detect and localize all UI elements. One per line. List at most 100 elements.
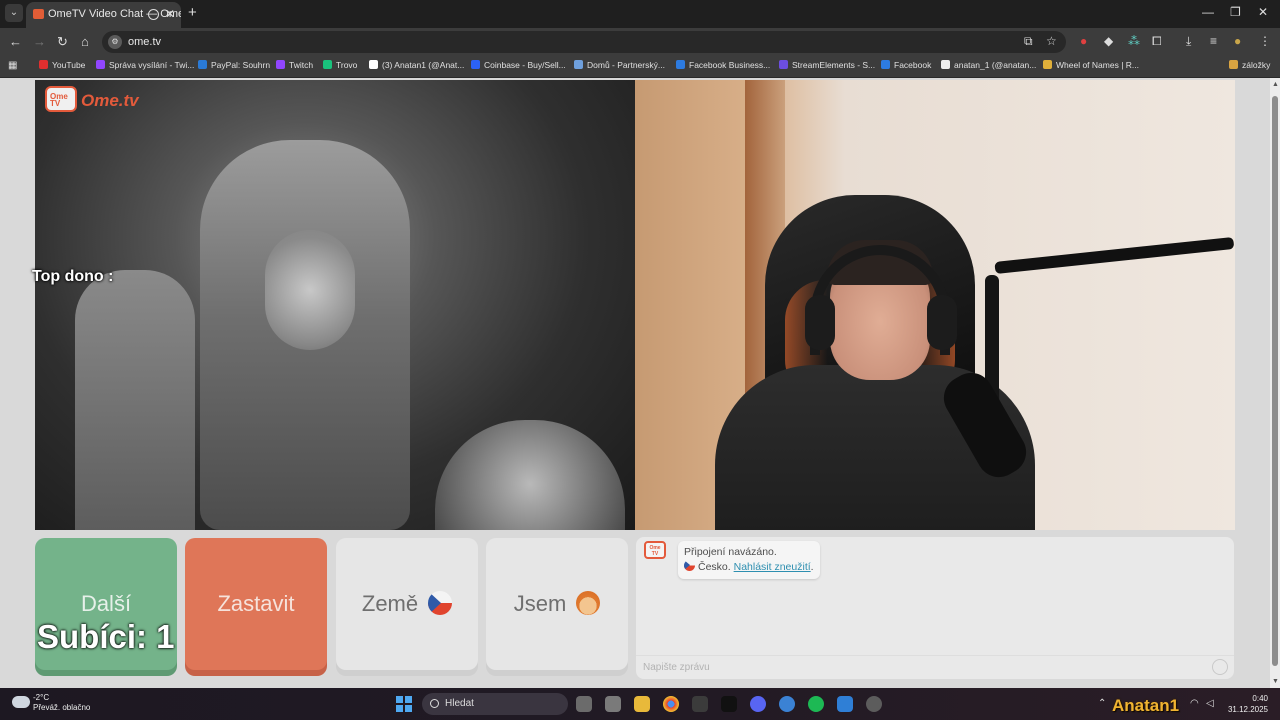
spotify-icon[interactable]: [808, 696, 824, 712]
extension-2-icon[interactable]: ◆: [1104, 34, 1113, 48]
czech-flag-icon: [428, 591, 453, 615]
browser-toolbar: ← → ↻ ⌂ ⚙ ome.tv ⧉ ☆ ● ◆ ⁂ ⧠ ⤓ ≡ ● ⋮: [0, 28, 1280, 56]
close-window-icon[interactable]: ✕: [1258, 5, 1268, 19]
bookmark-star-icon[interactable]: ☆: [1046, 34, 1057, 48]
bookmark-favicon-icon: [96, 60, 105, 69]
tab-title: OmeTV Video Chat — Ome: [48, 8, 181, 20]
start-icon[interactable]: [396, 696, 412, 712]
gender-select-button[interactable]: Jsem: [486, 538, 628, 670]
page-scrollbar[interactable]: ▲ ▼: [1270, 78, 1280, 688]
bookmark-favicon-icon: [323, 60, 332, 69]
bookmark-label: Twitch: [289, 60, 314, 70]
volume-icon[interactable]: ◁: [1206, 698, 1214, 709]
bookmark-favicon-icon: [574, 60, 583, 69]
bookmark-label: anatan_1 (@anatan...: [954, 60, 1037, 70]
discord-icon[interactable]: [750, 696, 766, 712]
obs-icon[interactable]: [692, 696, 708, 712]
back-icon[interactable]: ←: [9, 34, 22, 49]
stop-label: Zastavit: [217, 591, 295, 616]
gender-label: Jsem: [513, 591, 567, 616]
extension-icon[interactable]: ●: [1080, 34, 1087, 48]
bookmark-item[interactable]: (3) Anatan1 (@Anat...: [369, 60, 464, 70]
extensions-puzzle-icon[interactable]: ⧠: [1152, 34, 1162, 49]
home-icon[interactable]: ⌂: [81, 34, 89, 49]
app-icon[interactable]: [721, 696, 737, 712]
bookmark-item[interactable]: Wheel of Names | R...: [1043, 60, 1139, 70]
chevron-up-icon[interactable]: ⌃: [1098, 698, 1106, 709]
clock[interactable]: 0:40 31.12.2025: [1224, 693, 1268, 715]
wifi-icon[interactable]: ◠: [1190, 698, 1199, 709]
emoji-icon[interactable]: [1212, 659, 1228, 675]
file-explorer-icon[interactable]: [634, 696, 650, 712]
apps-grid-icon[interactable]: ▦: [8, 60, 17, 71]
bookmark-item[interactable]: YouTube: [39, 60, 85, 70]
cloud-icon[interactable]: [12, 696, 30, 708]
search-icon: [430, 699, 439, 708]
scroll-thumb[interactable]: [1272, 96, 1278, 666]
chat-panel: Ome TV Připojení navázáno. Česko. Nahlási…: [636, 537, 1234, 679]
profile-avatar[interactable]: ●: [1234, 34, 1241, 48]
screen: ⌄ OmeTV Video Chat — Ome ✕ + — ❐ ✕ ← → ↻…: [0, 0, 1280, 720]
bookmark-item[interactable]: Trovo: [323, 60, 357, 70]
bookmarks-bar: ▦ YouTube Správa vysílání - Twi... PayPal:…: [0, 56, 1280, 78]
shield-icon[interactable]: [837, 696, 853, 712]
tab-search-icon[interactable]: ⌄: [5, 4, 23, 22]
restore-icon[interactable]: ❐: [1230, 5, 1241, 19]
bookmark-label: záložky: [1242, 60, 1271, 70]
bookmark-label: Facebook Business...: [689, 60, 771, 70]
bookmark-favicon-icon: [779, 60, 788, 69]
forward-icon[interactable]: →: [33, 34, 46, 49]
stranger-video: [35, 80, 635, 530]
bookmark-item[interactable]: anatan_1 (@anatan...: [941, 60, 1036, 70]
chat-input[interactable]: Napište zprávu: [636, 655, 1234, 679]
weather-widget[interactable]: -2°C Převáž. oblačno: [33, 693, 90, 713]
task-view-icon[interactable]: [576, 696, 592, 712]
download-icon[interactable]: ⤓: [1186, 34, 1191, 49]
bookmark-item[interactable]: Správa vysílání - Twi...: [96, 60, 194, 70]
windows-taskbar: -2°C Převáž. oblačno Hledat ⌃ ◠ ◁ 0:40 3…: [0, 688, 1280, 720]
report-abuse-link[interactable]: Nahlásit zneužití: [734, 561, 811, 573]
bookmark-favicon-icon: [198, 60, 207, 69]
tab-close-icon[interactable]: ✕: [165, 2, 175, 26]
settings-gear-icon[interactable]: [866, 696, 882, 712]
scroll-down-icon[interactable]: ▼: [1272, 678, 1279, 685]
reading-list-icon[interactable]: ≡: [1210, 34, 1217, 48]
brand-name: Ome.tv: [81, 91, 139, 110]
partner-country: Česko. Nahlásit zneužití.: [684, 560, 814, 575]
stream-overlay-top-donor: Top dono :: [32, 268, 114, 285]
url-text: ome.tv: [128, 36, 162, 48]
install-app-icon[interactable]: ⧉: [1024, 34, 1033, 49]
czech-flag-icon: [684, 560, 695, 571]
bookmark-item[interactable]: Coinbase - Buy/Sell...: [471, 60, 566, 70]
time: 0:40: [1252, 694, 1268, 703]
chat-input-placeholder: Napište zprávu: [643, 662, 710, 673]
bookmark-item[interactable]: Domů - Partnerský...: [574, 60, 665, 70]
extension-3-icon[interactable]: ⁂: [1128, 34, 1140, 48]
active-tab[interactable]: OmeTV Video Chat — Ome ✕: [26, 2, 181, 28]
taskbar-search[interactable]: Hledat: [422, 693, 568, 715]
chrome-icon[interactable]: [663, 696, 679, 712]
bookmark-item[interactable]: Facebook Business...: [676, 60, 770, 70]
recording-icon: [148, 9, 159, 20]
minimize-icon[interactable]: —: [1202, 5, 1214, 19]
stop-button[interactable]: Zastavit: [185, 538, 327, 670]
scroll-up-icon[interactable]: ▲: [1272, 81, 1279, 88]
report-suffix: .: [810, 561, 814, 573]
bookmark-item[interactable]: StreamElements - S...: [779, 60, 875, 70]
ometv-tv-icon: Ome TV: [644, 541, 666, 559]
bookmark-item[interactable]: Facebook: [881, 60, 931, 70]
bookmark-favicon-icon: [1043, 60, 1052, 69]
bookmark-item[interactable]: Twitch: [276, 60, 313, 70]
address-bar[interactable]: ⚙ ome.tv: [102, 31, 1066, 53]
bookmark-label: (3) Anatan1 (@Anat...: [382, 60, 465, 70]
store-icon[interactable]: [605, 696, 621, 712]
bookmark-label: Správa vysílání - Twi...: [109, 60, 195, 70]
bookmark-item[interactable]: záložky: [1229, 60, 1270, 70]
new-tab-icon[interactable]: +: [188, 4, 197, 21]
site-info-icon[interactable]: ⚙: [108, 35, 122, 49]
edge-icon[interactable]: [779, 696, 795, 712]
bookmark-item[interactable]: PayPal: Souhrn: [198, 60, 270, 70]
menu-icon[interactable]: ⋮: [1259, 34, 1271, 48]
country-filter-button[interactable]: Země: [336, 538, 478, 670]
reload-icon[interactable]: ↻: [57, 34, 68, 50]
